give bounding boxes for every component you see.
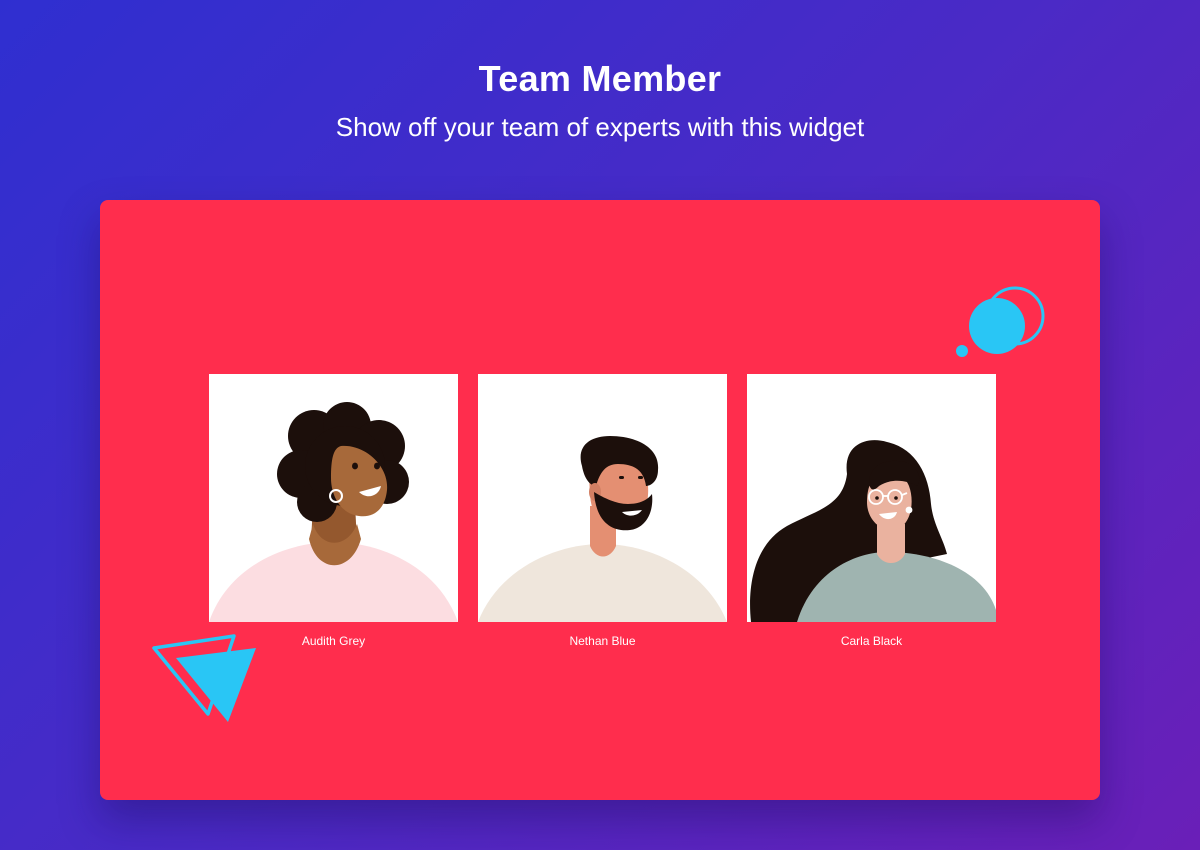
- woman-curly-hair-portrait-icon: [209, 402, 458, 622]
- bearded-man-portrait-icon: [478, 436, 727, 622]
- member-name: Nethan Blue: [569, 634, 636, 648]
- member-name: Audith Grey: [301, 634, 366, 648]
- team-member-card[interactable]: Audith Grey: [209, 374, 458, 648]
- team-widget-panel: Audith Grey Nethan Blue Carla Black: [100, 200, 1100, 800]
- decorative-circles-icon: [956, 286, 1045, 357]
- page-title: Team Member: [478, 58, 722, 99]
- member-photo: [478, 374, 727, 622]
- page-subtitle: Show off your team of experts with this …: [335, 112, 865, 142]
- member-photo: [209, 374, 458, 622]
- member-name: Carla Black: [840, 634, 903, 648]
- team-member-card[interactable]: Carla Black: [747, 374, 996, 648]
- woman-long-hair-glasses-portrait-icon: [750, 440, 996, 622]
- team-member-card[interactable]: Nethan Blue: [478, 374, 727, 648]
- member-photo: [747, 374, 996, 622]
- page-header: Team Member Show off your team of expert…: [0, 56, 1200, 144]
